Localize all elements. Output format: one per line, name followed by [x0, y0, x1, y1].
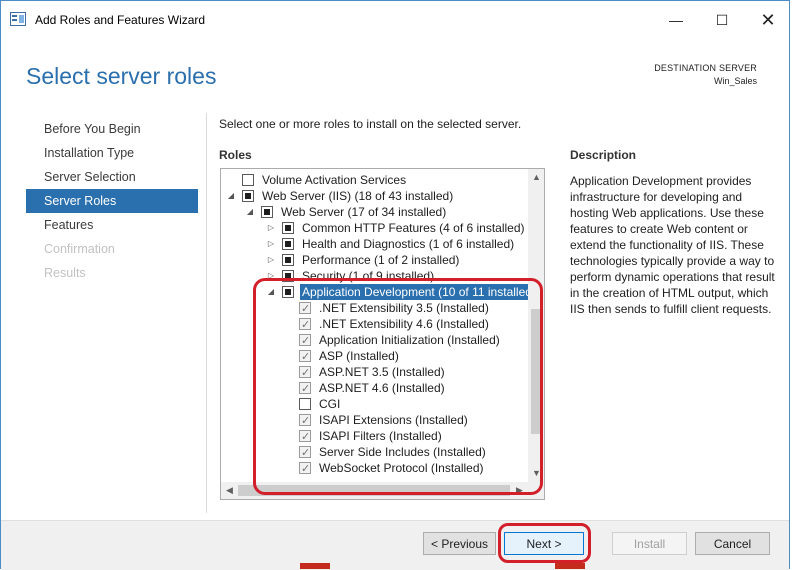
- collapse-arrow-icon[interactable]: ◢: [245, 204, 255, 220]
- minimize-icon: —: [669, 12, 683, 28]
- nav-item-features[interactable]: Features: [26, 213, 198, 237]
- nav-item-results: Results: [44, 266, 86, 280]
- role-tree-item[interactable]: ◢ Web Server (17 of 34 installed): [221, 204, 528, 220]
- nav-item-before-you-begin[interactable]: Before You Begin: [26, 117, 198, 141]
- expand-arrow-icon[interactable]: ▷: [266, 236, 276, 252]
- page-title: Select server roles: [26, 63, 217, 89]
- role-label: Health and Diagnostics (1 of 6 installed…: [302, 237, 515, 251]
- maximize-icon: ☐: [715, 11, 729, 28]
- role-checkbox[interactable]: [282, 222, 294, 234]
- role-label: Volume Activation Services: [262, 173, 407, 187]
- role-checkbox[interactable]: [242, 174, 254, 186]
- wizard-nav: Before You Begin Installation Type Server …: [26, 117, 198, 285]
- previous-button[interactable]: < Previous: [423, 532, 496, 555]
- nav-item-server-selection[interactable]: Server Selection: [26, 165, 198, 189]
- role-tree-item[interactable]: ◢ Web Server (IIS) (18 of 43 installed): [221, 188, 528, 204]
- minimize-button[interactable]: —: [653, 1, 699, 39]
- background-window-strip: [555, 563, 585, 569]
- destination-server-value: Win_Sales: [713, 76, 757, 86]
- cancel-button[interactable]: Cancel: [695, 532, 770, 555]
- server-manager-icon: [10, 12, 26, 26]
- role-checkbox[interactable]: [282, 238, 294, 250]
- role-tree-item[interactable]: ▷ Common HTTP Features (4 of 6 installed): [221, 220, 528, 236]
- annotation-highlight-next: [498, 523, 591, 563]
- roles-heading: Roles: [219, 148, 252, 162]
- close-button[interactable]: ✕: [745, 1, 791, 39]
- title-bar: Add Roles and Features Wizard — ☐ ✕: [1, 1, 789, 39]
- role-checkbox[interactable]: [261, 206, 273, 218]
- role-tree-item[interactable]: ▷ Health and Diagnostics (1 of 6 installe…: [221, 236, 528, 252]
- wizard-window: Add Roles and Features Wizard — ☐ ✕ Sele…: [0, 0, 790, 570]
- background-window-strip: [300, 563, 330, 569]
- install-button[interactable]: Install: [612, 532, 687, 555]
- role-label: Web Server (IIS) (18 of 43 installed): [262, 189, 454, 203]
- maximize-button[interactable]: ☐: [699, 1, 745, 39]
- divider: [206, 113, 207, 513]
- expand-arrow-icon[interactable]: ▷: [266, 220, 276, 236]
- collapse-arrow-icon[interactable]: ◢: [226, 188, 236, 204]
- role-checkbox[interactable]: [282, 254, 294, 266]
- nav-item-server-roles[interactable]: Server Roles: [26, 189, 198, 213]
- role-label: Performance (1 of 2 installed): [302, 253, 460, 267]
- close-icon: ✕: [760, 9, 776, 30]
- description-heading: Description: [570, 148, 637, 162]
- annotation-highlight-roles: [253, 278, 543, 495]
- description-text: Application Development provides infrast…: [570, 174, 775, 316]
- nav-item-installation-type[interactable]: Installation Type: [26, 141, 198, 165]
- destination-server-label: DESTINATION SERVER: [654, 63, 757, 73]
- role-label: Web Server (17 of 34 installed): [281, 205, 447, 219]
- role-tree-item[interactable]: ▷ Performance (1 of 2 installed): [221, 252, 528, 268]
- role-tree-item[interactable]: Volume Activation Services: [221, 172, 528, 188]
- window-title: Add Roles and Features Wizard: [35, 13, 206, 27]
- nav-item-confirmation: Confirmation: [44, 242, 115, 256]
- scroll-left-icon[interactable]: ◀: [221, 482, 238, 499]
- role-label: Common HTTP Features (4 of 6 installed): [302, 221, 525, 235]
- scroll-up-icon[interactable]: ▲: [528, 169, 544, 186]
- wizard-header: Select server roles DESTINATION SERVER W…: [1, 39, 789, 111]
- role-checkbox[interactable]: [242, 190, 254, 202]
- intro-text: Select one or more roles to install on t…: [219, 117, 522, 131]
- expand-arrow-icon[interactable]: ▷: [266, 252, 276, 268]
